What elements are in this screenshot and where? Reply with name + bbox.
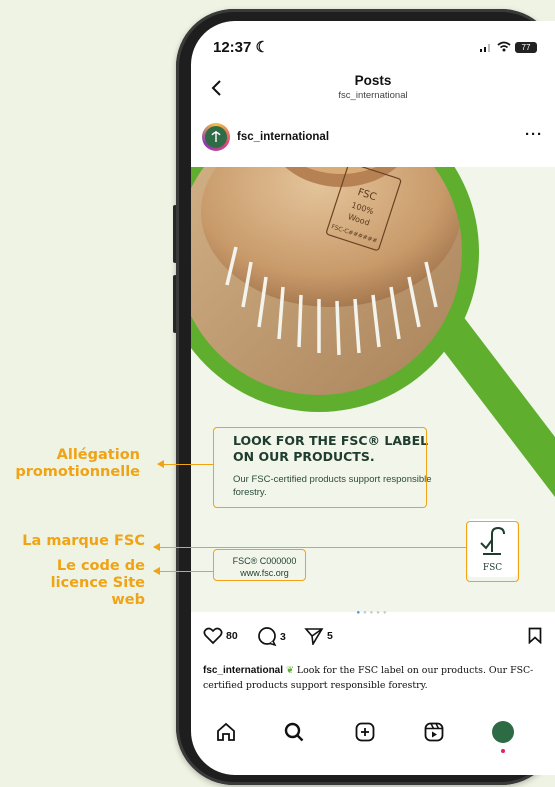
license-highlight-box	[213, 549, 306, 581]
annotation-arrow-claim	[157, 459, 213, 468]
leaf-emoji-icon: ❦	[286, 665, 294, 676]
share-count: 5	[327, 630, 333, 642]
annotation-arrow-brand	[153, 542, 466, 551]
annotation-arrow-license	[153, 566, 213, 575]
post-caption: fsc_international ❦ Look for the FSC lab…	[203, 663, 543, 693]
share-icon	[304, 628, 324, 645]
heart-icon	[203, 627, 223, 645]
post-username[interactable]: fsc_international	[237, 131, 329, 143]
signal-icon	[479, 40, 493, 55]
share-button[interactable]: 5	[304, 627, 333, 645]
status-icons: 77	[479, 40, 537, 55]
comment-count: 3	[280, 630, 286, 643]
battery-icon: 77	[515, 42, 537, 53]
caption-username[interactable]: fsc_international	[203, 665, 283, 676]
profile-avatar[interactable]	[492, 721, 514, 743]
phone-screen: 12:37 ☾ 77 Posts fsc_international fsc_i…	[191, 21, 555, 775]
annotation-claim: Allégation promotionnelle	[15, 447, 140, 480]
nav-bar: Posts fsc_international	[191, 71, 555, 113]
page-subtitle: fsc_international	[338, 90, 408, 101]
post-header: fsc_international ···	[191, 121, 555, 157]
carousel-dots: ●●●●●	[356, 610, 390, 616]
like-count: 80	[226, 630, 238, 642]
fsc-tree-icon	[211, 131, 221, 142]
logo-highlight-box	[466, 521, 519, 582]
claim-highlight-box	[213, 427, 427, 508]
status-time: 12:37 ☾	[213, 39, 269, 56]
more-options-icon[interactable]: ···	[525, 126, 543, 143]
bookmark-icon	[528, 627, 542, 644]
annotation-brand: La marque FSC	[22, 533, 145, 549]
annotation-license: Le code de licence Site web	[50, 558, 145, 608]
avatar[interactable]	[202, 123, 230, 151]
magnifier-handle	[439, 307, 555, 497]
wifi-icon	[497, 40, 511, 55]
tab-bar	[191, 713, 555, 763]
moon-icon: ☾	[255, 39, 269, 56]
status-bar: 12:37 ☾ 77	[191, 21, 555, 65]
like-button[interactable]: 80	[203, 627, 238, 645]
comment-button[interactable]: 3	[257, 627, 286, 646]
page-title: Posts	[354, 73, 392, 88]
comment-icon	[258, 627, 277, 646]
save-button[interactable]	[528, 627, 542, 644]
notification-dot	[501, 749, 505, 753]
action-row: 80 3 5	[191, 625, 555, 651]
